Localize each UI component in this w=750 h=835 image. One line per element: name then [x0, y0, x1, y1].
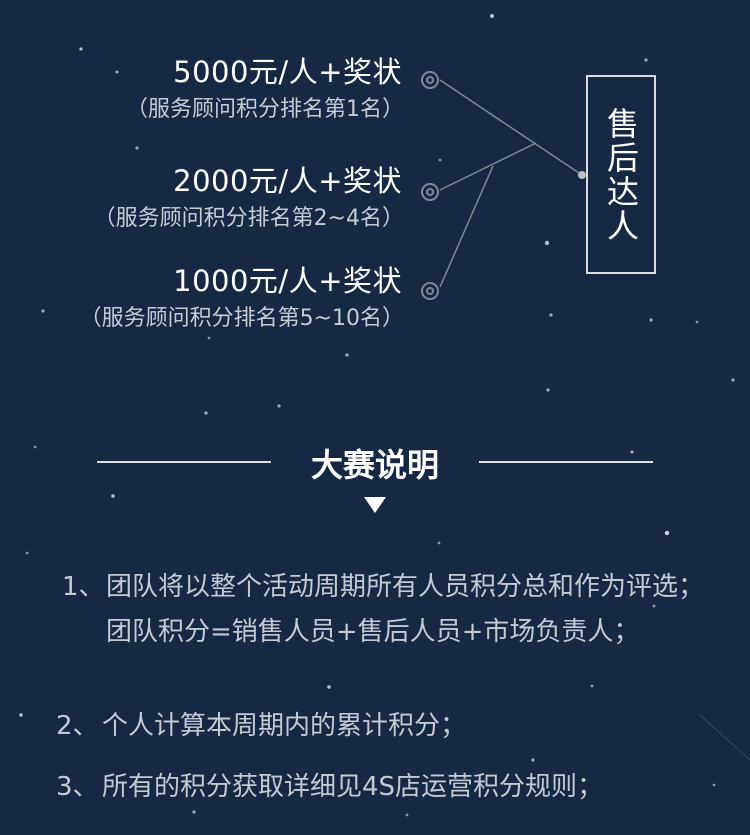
- connector-node: [578, 171, 586, 179]
- down-triangle-icon: [364, 497, 386, 513]
- prize-3-note: （服务顾问积分排名第5~10名）: [79, 306, 404, 331]
- rule-1: 1、: [62, 565, 108, 610]
- prize-1-amount: 5000元/人+奖状: [173, 55, 402, 89]
- after-sales-badge: 售后达人: [586, 75, 656, 274]
- rule-3-number: 3、: [56, 772, 99, 802]
- prize-1-ring-icon: [421, 71, 439, 89]
- rule-2-number: 2、: [56, 711, 99, 741]
- prize-3-ring-icon: [421, 282, 439, 300]
- rule-3: 3、 所有的积分获取详细见4S店运营积分规则；: [56, 765, 736, 810]
- section-title: 大赛说明: [310, 446, 439, 484]
- badge-label: 售后达人: [602, 106, 640, 243]
- rule-1-text: 团队将以整个活动周期所有人员积分总和作为评选；团队积分=销售人员+售后人员+市场…: [106, 572, 705, 647]
- prize-1-note: （服务顾问积分排名第1名）: [126, 97, 404, 122]
- rule-1-number: 1、: [62, 572, 105, 602]
- prize-3-amount: 1000元/人+奖状: [173, 264, 402, 298]
- prize-2-ring-icon: [421, 183, 439, 201]
- rule-2: 2、 个人计算本周期内的累计积分；: [56, 704, 716, 749]
- rule-3-text: 所有的积分获取详细见4S店运营积分规则；: [102, 772, 604, 802]
- prize-2-note: （服务顾问积分排名第2~4名）: [93, 206, 404, 231]
- rule-2-text: 个人计算本周期内的累计积分；: [102, 711, 467, 741]
- prize-2-amount: 2000元/人+奖状: [173, 164, 402, 198]
